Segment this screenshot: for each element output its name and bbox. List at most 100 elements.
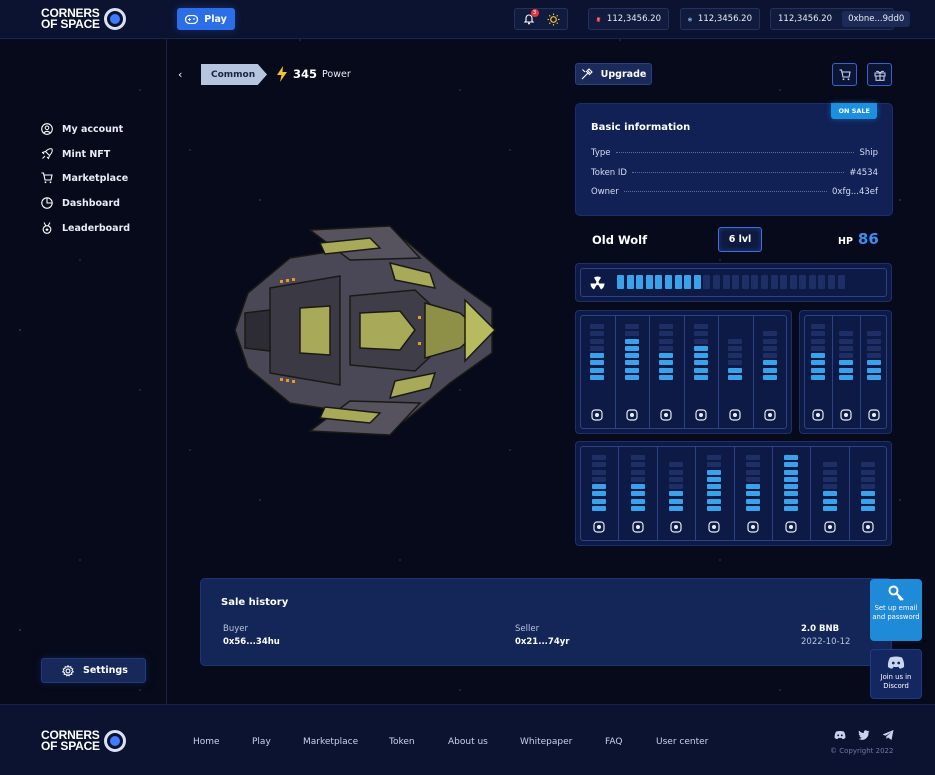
stat-cell	[669, 476, 683, 482]
stat-cell	[811, 360, 825, 366]
stat-cell	[624, 345, 639, 351]
wallet-box[interactable]: 112,3456.20 0xbne...9dd0	[770, 8, 911, 30]
stat-cell	[784, 506, 799, 512]
stat-cell	[624, 324, 639, 329]
stat-cell	[839, 331, 853, 337]
stat-cell	[659, 360, 674, 366]
logo-text: CORNERS OF SPACE	[41, 6, 100, 31]
stat-cell	[861, 462, 875, 468]
info-row-token-id: Token ID #4534	[591, 168, 878, 178]
footer-link-whitepaper[interactable]: Whitepaper	[520, 737, 572, 747]
twitter-icon[interactable]	[858, 729, 870, 741]
stat-icon	[868, 409, 880, 421]
footer-link-about-us[interactable]: About us	[448, 737, 488, 747]
cart-icon	[839, 68, 851, 80]
sidebar-item-my-account[interactable]: My account	[41, 123, 123, 135]
top-header: CORNERS OF SPACE Play 3 112,3456.20 112,…	[0, 0, 935, 39]
stat-cell	[707, 491, 722, 497]
column-divider	[618, 446, 620, 541]
gift-button[interactable]	[867, 63, 892, 86]
info-row-owner: Owner 0xfg...43ef	[591, 187, 878, 197]
discord-widget[interactable]: Join us in Discord	[870, 649, 922, 699]
seller-value[interactable]: 0x21...74yr	[515, 637, 569, 647]
power-value: 345	[293, 67, 318, 81]
column-divider	[718, 315, 719, 429]
stat-cell	[839, 353, 853, 359]
footer-link-token[interactable]: Token	[389, 737, 415, 747]
sidebar-item-leaderboard[interactable]: Leaderboard	[41, 222, 130, 234]
radiation-segment	[828, 275, 836, 289]
stat-icon	[747, 521, 759, 533]
rarity-tag: Common	[201, 64, 267, 85]
stat-cell	[728, 338, 743, 344]
radiation-segment	[799, 275, 807, 289]
stat-column	[867, 324, 881, 382]
discord-social-icon[interactable]	[834, 729, 846, 741]
stat-cell	[867, 367, 881, 373]
stat-column	[762, 324, 777, 382]
footer: CORNERS OF SPACE Home Play Marketplace T…	[0, 704, 935, 775]
balance-token-1[interactable]: 112,3456.20	[588, 8, 669, 30]
footer-link-faq[interactable]: FAQ	[605, 737, 622, 747]
stat-cell	[822, 462, 837, 468]
play-button[interactable]: Play	[177, 8, 235, 30]
stat-cell	[693, 338, 708, 344]
radiation-segment	[655, 275, 663, 289]
radiation-segment	[693, 275, 701, 289]
stat-cell	[669, 491, 683, 497]
stat-cell	[693, 324, 708, 329]
wallet-address[interactable]: 0xbne...9dd0	[842, 11, 911, 27]
sun-icon[interactable]	[547, 13, 560, 26]
stat-cell	[669, 498, 683, 504]
telegram-icon[interactable]	[882, 729, 894, 741]
footer-link-user-center[interactable]: User center	[656, 737, 708, 747]
column-divider	[733, 446, 735, 541]
back-chevron-icon[interactable]: ‹	[178, 68, 182, 81]
logo[interactable]: CORNERS OF SPACE	[41, 6, 126, 31]
footer-link-play[interactable]: Play	[252, 737, 271, 747]
stat-cell	[590, 375, 605, 381]
stat-cell	[728, 375, 743, 381]
balance-value-1: 112,3456.20	[606, 14, 661, 24]
stat-cell	[822, 476, 837, 482]
stat-icon	[812, 409, 824, 421]
footer-link-home[interactable]: Home	[193, 737, 220, 747]
stat-cell	[624, 375, 639, 381]
setup-account-widget[interactable]: Set up email and password	[870, 579, 922, 641]
column-divider	[832, 315, 833, 429]
tools-icon	[581, 68, 593, 80]
stat-cell	[762, 353, 777, 359]
stat-cell	[624, 367, 639, 373]
stat-cell	[659, 367, 674, 373]
stat-cell	[822, 498, 837, 504]
stat-column	[624, 324, 639, 382]
stat-column	[784, 455, 799, 513]
stat-column	[693, 324, 708, 382]
upgrade-button[interactable]: Upgrade	[575, 63, 652, 85]
notification-bell-button[interactable]: 3	[523, 9, 539, 25]
info-value[interactable]: 0xfg...43ef	[832, 187, 878, 197]
stat-cell	[861, 469, 875, 475]
setup-label: Set up email and password	[872, 604, 920, 621]
stat-cell	[784, 469, 799, 475]
stat-cell	[630, 469, 645, 475]
sidebar-item-marketplace[interactable]: Marketplace	[41, 172, 128, 184]
footer-logo[interactable]: CORNERS OF SPACE	[41, 729, 126, 752]
stat-cell	[707, 455, 722, 460]
settings-button[interactable]: Settings	[41, 658, 146, 683]
footer-link-marketplace[interactable]: Marketplace	[303, 737, 358, 747]
info-label: Owner	[591, 187, 619, 197]
buyer-value[interactable]: 0x56...34hu	[223, 637, 280, 647]
sidebar-item-dashboard[interactable]: Dashboard	[41, 197, 120, 209]
stat-icon	[591, 409, 603, 421]
stat-cell	[762, 367, 777, 373]
stat-cell	[592, 498, 607, 504]
stat-cell	[762, 360, 777, 366]
stat-cell	[822, 506, 837, 512]
sidebar-item-mint-nft[interactable]: Mint NFT	[41, 148, 110, 160]
stat-cell	[822, 469, 837, 475]
stat-cell	[624, 331, 639, 337]
balance-token-2[interactable]: 112,3456.20	[680, 8, 760, 30]
add-to-cart-button[interactable]	[832, 63, 857, 86]
stat-cell	[590, 338, 605, 344]
